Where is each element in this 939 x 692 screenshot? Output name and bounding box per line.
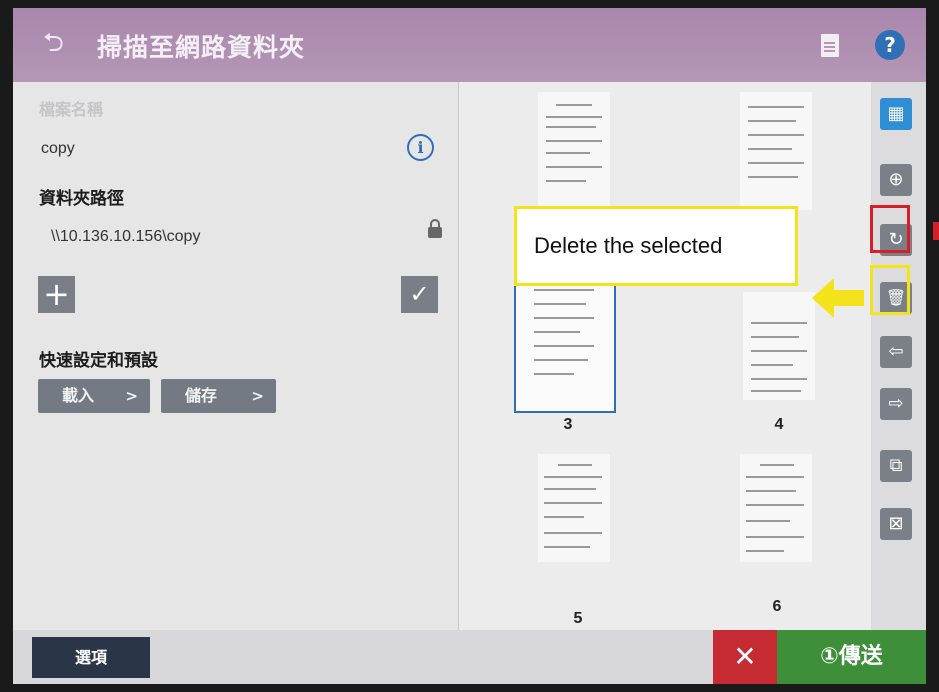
lock-icon [428,219,442,238]
undo-arrow-icon[interactable]: ⮌ [43,24,64,68]
chevron-right-icon: > [251,387,264,405]
load-button[interactable]: 載入 > [38,379,150,413]
page-thumbnail[interactable] [743,292,815,400]
bottom-bar: 選項 ✕ ①傳送 [13,630,926,684]
confirm-button[interactable]: ✓ [401,276,438,313]
info-icon[interactable]: i [407,134,434,161]
delete-highlight [870,265,910,315]
options-button[interactable]: 選項 [32,637,150,678]
page-thumbnail[interactable] [740,454,812,562]
printer-screen: ⮌ 掃描至網路資料夾 ? 檔案名稱 copy i 資料夾路徑 \\10.136.… [13,8,926,684]
save-button[interactable]: 儲存 > [161,379,276,413]
page-thumbnail[interactable] [538,454,610,562]
page-number: 5 [573,610,583,627]
rotate-highlight [870,205,910,253]
save-button-label: 儲存 [185,386,218,405]
send-button[interactable]: ①傳送 [777,630,926,684]
pointer-arrow-head [812,278,834,318]
red-arrow-fragment [933,222,939,240]
selected-page-thumbnail[interactable] [514,269,616,413]
page-thumbnail[interactable] [538,92,610,210]
settings-panel: 檔案名稱 copy i 資料夾路徑 \\10.136.10.156\copy +… [13,82,458,630]
copy-page-icon[interactable]: ⧉ [880,450,912,482]
quick-sets-label: 快速設定和預設 [39,351,158,371]
page-title: 掃描至網路資料夾 [97,33,306,62]
page-number: 4 [774,416,784,433]
move-right-icon[interactable]: ⇨ [880,388,912,420]
cancel-button[interactable]: ✕ [713,630,777,684]
move-left-icon[interactable]: ⇦ [880,336,912,368]
zoom-in-icon[interactable]: ⊕ [880,164,912,196]
file-name-value[interactable]: copy [41,140,75,158]
thumbnail-view-icon[interactable]: ▦ [880,98,912,130]
annotation-callout: Delete the selected [514,206,798,286]
page-number: 3 [563,416,573,433]
page-number: 6 [772,598,782,615]
document-icon[interactable] [821,34,839,57]
close-preview-icon[interactable]: ⊠ [880,508,912,540]
folder-path-value[interactable]: \\10.136.10.156\copy [51,228,200,246]
file-name-label: 檔案名稱 [39,100,104,119]
page-content [528,277,604,405]
add-button[interactable]: + [38,276,75,313]
chevron-right-icon: > [125,387,138,405]
page-tools-toolbar: ▦ ⊕ ↻ 🗑 ⇦ ⇨ ⧉ ⊠ [871,82,926,630]
pointer-arrow [834,290,864,306]
help-icon[interactable]: ? [875,30,905,60]
folder-path-label: 資料夾路徑 [39,189,124,209]
divider [458,82,459,630]
load-button-label: 載入 [62,386,95,405]
title-bar: ⮌ 掃描至網路資料夾 ? [13,8,926,82]
page-thumbnail[interactable] [740,92,812,210]
